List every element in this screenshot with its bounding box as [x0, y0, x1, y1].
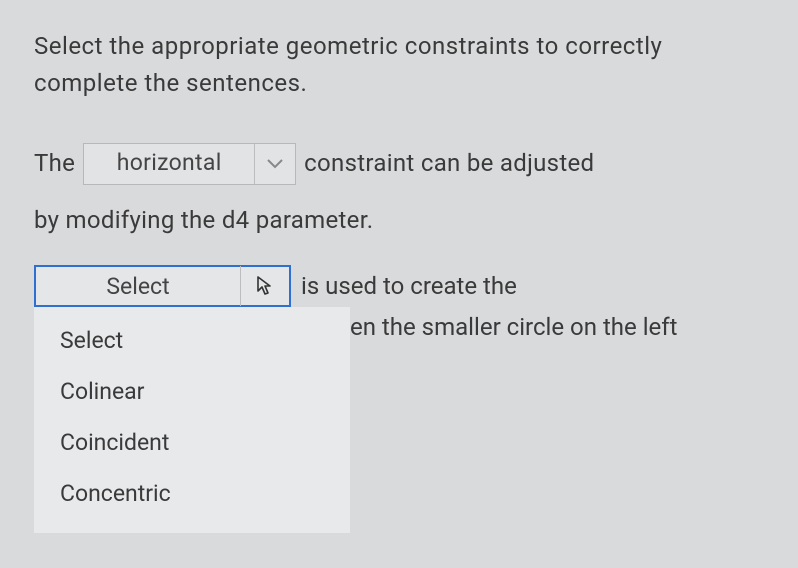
sentence-1-after1: constraint can be adjusted — [304, 138, 594, 188]
constraint-select-2-value: Select — [36, 273, 240, 300]
sentence-2: Select Select Colinear Coincident Concen… — [34, 265, 764, 341]
option-colinear[interactable]: Colinear — [34, 366, 350, 417]
option-coincident[interactable]: Coincident — [34, 417, 350, 468]
cursor-icon — [241, 275, 289, 297]
sentence-1-after2: by modifying the d4 parameter. — [34, 195, 764, 245]
constraint-select-2[interactable]: Select — [34, 265, 291, 307]
constraint-select-1[interactable]: horizontal — [83, 143, 296, 185]
instruction-text: Select the appropriate geometric constra… — [34, 28, 764, 102]
chevron-down-icon — [255, 159, 295, 169]
sentence-1: The horizontal constraint can be adjuste… — [34, 138, 764, 245]
sentence-2-after1: is used to create the — [301, 272, 517, 300]
sentence-1-before: The — [34, 138, 75, 188]
constraint-select-2-options: Select Colinear Coincident Concentric — [34, 307, 350, 533]
option-select[interactable]: Select — [34, 315, 350, 366]
option-concentric[interactable]: Concentric — [34, 468, 350, 519]
constraint-select-1-value: horizontal — [84, 139, 254, 187]
